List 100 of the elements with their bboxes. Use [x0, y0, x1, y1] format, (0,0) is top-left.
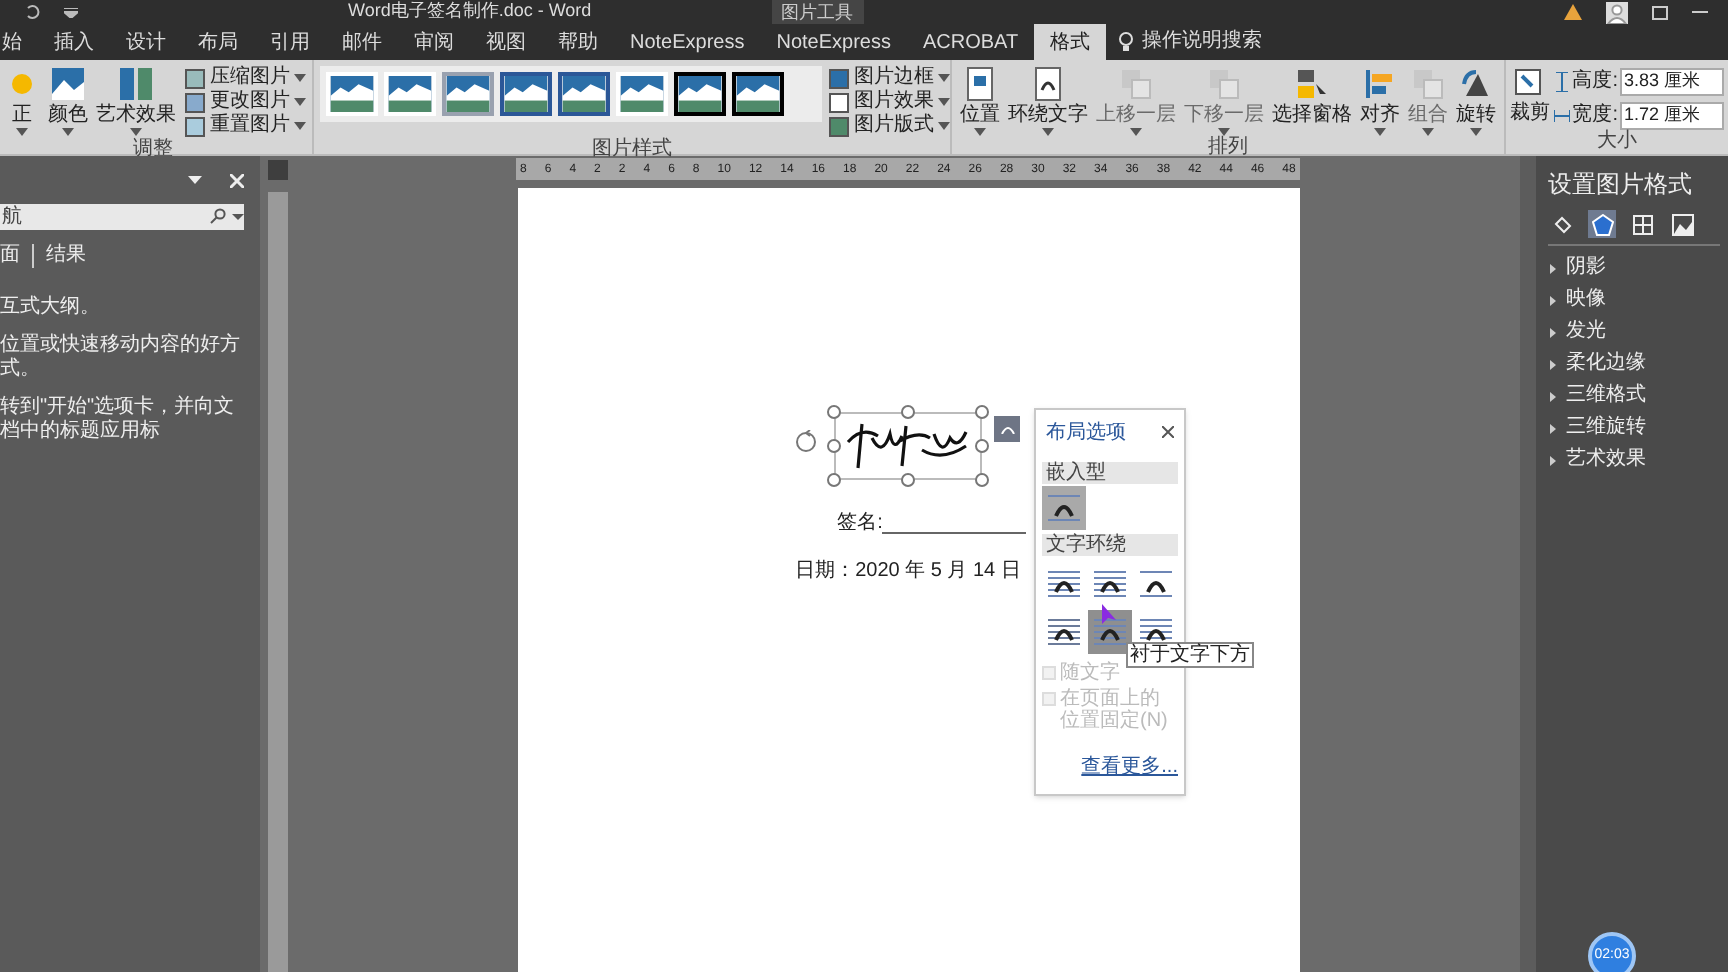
- ribbon-button[interactable]: 艺术效果: [92, 66, 180, 136]
- ribbon-tab[interactable]: NoteExpress: [614, 24, 761, 60]
- size-field[interactable]: 1.72 厘米: [1620, 101, 1724, 129]
- ribbon-button[interactable]: 选择窗格: [1268, 66, 1357, 126]
- pane-tab[interactable]: 面: [0, 244, 34, 268]
- button-icon: [1118, 66, 1155, 102]
- ribbon-button[interactable]: 图片边框: [828, 66, 951, 90]
- group-label: 大小: [1595, 130, 1640, 152]
- rotate-handle-icon[interactable]: [794, 430, 818, 454]
- section-toggle[interactable]: 阴影: [1548, 256, 1728, 280]
- scrollbar[interactable]: [1520, 156, 1536, 972]
- expand-icon: [1548, 423, 1558, 433]
- expand-icon: [1548, 295, 1558, 305]
- pane-tab[interactable]: 结果: [46, 244, 98, 268]
- ribbon-button[interactable]: 旋转: [1452, 66, 1501, 136]
- customize-icon[interactable]: [64, 7, 78, 17]
- resize-handle[interactable]: [901, 405, 915, 419]
- ribbon-button[interactable]: 位置: [956, 66, 1005, 136]
- ribbon-tab[interactable]: 始: [0, 24, 38, 60]
- size-field[interactable]: 3.83 厘米: [1620, 67, 1724, 95]
- tell-me-search[interactable]: 操作说明搜索: [1142, 24, 1263, 60]
- ribbon-tab[interactable]: 帮助: [542, 24, 614, 60]
- ribbon-button[interactable]: 图片效果: [828, 90, 951, 114]
- button-icon: [1206, 66, 1243, 102]
- picture-style-icon[interactable]: [558, 72, 610, 116]
- popup-title: 布局选项: [1046, 419, 1126, 447]
- button-icon: [184, 67, 206, 89]
- ribbon-button[interactable]: 对齐: [1356, 66, 1405, 136]
- avatar-icon[interactable]: [1606, 1, 1628, 23]
- resize-handle[interactable]: [975, 439, 989, 453]
- window-title: Word电子签名制作.doc - Word: [348, 0, 592, 25]
- section-toggle[interactable]: 三维旋转: [1548, 416, 1728, 440]
- resize-handle[interactable]: [975, 405, 989, 419]
- button-icon: [50, 66, 86, 102]
- warning-icon[interactable]: [1564, 4, 1582, 20]
- ribbon-button[interactable]: 重置图片: [184, 114, 306, 138]
- search-icon[interactable]: [208, 204, 232, 230]
- section-heading: 文字环绕: [1042, 534, 1178, 556]
- caret-icon[interactable]: [232, 204, 244, 230]
- tooltip: 衬于文字下方: [1126, 642, 1254, 668]
- ribbon-button[interactable]: 图片版式: [828, 114, 951, 138]
- close-icon[interactable]: [1162, 426, 1174, 438]
- resize-handle[interactable]: [827, 439, 841, 453]
- caret-icon: [1130, 128, 1143, 136]
- ribbon-tab[interactable]: NoteExpress: [760, 24, 907, 60]
- button-icon: [1030, 66, 1067, 102]
- ribbon-button[interactable]: 更改图片: [184, 90, 306, 114]
- inline-option[interactable]: [1042, 486, 1086, 530]
- section-toggle[interactable]: 映像: [1548, 288, 1728, 312]
- section-toggle[interactable]: 柔化边缘: [1548, 352, 1728, 376]
- see-more-link[interactable]: 查看更多...: [1081, 752, 1178, 782]
- ribbon-tab[interactable]: 设计: [110, 24, 182, 60]
- pentagon-icon[interactable]: [1588, 210, 1616, 238]
- resize-handle[interactable]: [827, 405, 841, 419]
- caret-icon: [294, 74, 306, 82]
- ribbon-button[interactable]: 环绕文字: [1004, 66, 1093, 136]
- ribbon-tab[interactable]: 格式: [1034, 24, 1107, 60]
- picture-style-icon[interactable]: [500, 72, 552, 116]
- button-icon: [828, 67, 851, 89]
- section-toggle[interactable]: 艺术效果: [1548, 448, 1728, 472]
- caret-icon: [130, 128, 142, 136]
- picture-icon[interactable]: [1668, 210, 1696, 238]
- resize-handle[interactable]: [827, 473, 841, 487]
- section-toggle[interactable]: 三维格式: [1548, 384, 1728, 408]
- ribbon-button[interactable]: 颜色: [44, 66, 92, 136]
- ribbon-tab[interactable]: 引用: [254, 24, 326, 60]
- checkbox-label: 在页面上的位置固定(N): [1060, 688, 1170, 732]
- button-icon: [118, 66, 154, 102]
- caret-icon: [938, 74, 951, 82]
- width-icon: [1554, 105, 1571, 125]
- expand-icon: [1548, 359, 1558, 369]
- checkbox-label: 随文字: [1060, 662, 1120, 684]
- minimize-icon[interactable]: [1692, 10, 1708, 14]
- ribbon-tab[interactable]: 视图: [470, 24, 542, 60]
- crop-button[interactable]: 裁剪: [1510, 66, 1551, 124]
- section-toggle[interactable]: 发光: [1548, 320, 1728, 344]
- caret-icon: [938, 122, 951, 130]
- picture-style-icon[interactable]: [732, 72, 784, 116]
- undo-icon[interactable]: [24, 4, 40, 20]
- layout-options-button[interactable]: [994, 416, 1020, 442]
- ribbon-tab[interactable]: ACROBAT: [907, 24, 1035, 60]
- ribbon-button[interactable]: 正: [0, 66, 44, 136]
- ribbon-tab[interactable]: 布局: [182, 24, 254, 60]
- group-label: 排列: [1206, 136, 1251, 158]
- ribbon-button[interactable]: 压缩图片: [184, 66, 306, 90]
- resize-handle[interactable]: [901, 473, 915, 487]
- restore-icon[interactable]: [1652, 5, 1668, 19]
- pointer-icon: [1102, 604, 1118, 626]
- caret-icon: [1218, 128, 1231, 136]
- picture-style-icon[interactable]: [674, 72, 726, 116]
- dropdown-icon[interactable]: [188, 176, 202, 184]
- group-label: 图片样式: [590, 138, 675, 160]
- layout-icon[interactable]: [1628, 210, 1656, 238]
- lightbulb-icon: [1118, 32, 1135, 52]
- ribbon-tab[interactable]: 邮件: [326, 24, 398, 60]
- ribbon-tab[interactable]: 审阅: [398, 24, 470, 60]
- search-field[interactable]: 航: [0, 204, 208, 230]
- button-icon: [184, 91, 206, 113]
- resize-handle[interactable]: [975, 473, 989, 487]
- ribbon-tab[interactable]: 插入: [38, 24, 110, 60]
